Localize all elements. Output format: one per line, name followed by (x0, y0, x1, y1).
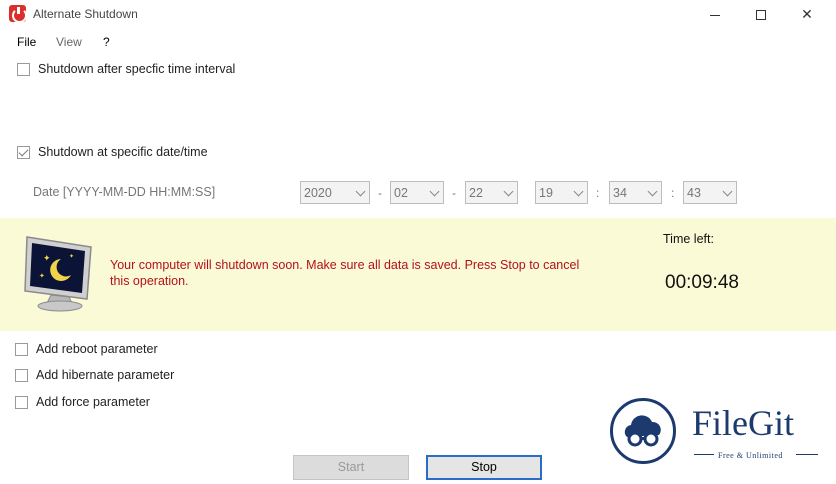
time-left-label: Time left: (663, 232, 714, 246)
svg-text:✦: ✦ (43, 254, 51, 264)
watermark-title: FileGit (692, 403, 795, 443)
chevron-down-icon (355, 186, 366, 197)
window-title: Alternate Shutdown (33, 7, 138, 21)
hour-select[interactable]: 19 (535, 181, 588, 204)
divider (694, 454, 714, 455)
close-button[interactable]: ✕ (784, 0, 830, 28)
svg-text:✦: ✦ (69, 253, 74, 260)
menu-bar: File View ? (0, 31, 836, 53)
menu-help[interactable]: ? (103, 35, 110, 49)
interval-option[interactable]: Shutdown after specfic time interval (17, 61, 235, 77)
power-icon (9, 5, 27, 23)
monitor-moon-icon: ✦ ✦ ✦ ✦ (24, 236, 92, 312)
menu-view[interactable]: View (56, 35, 82, 49)
warning-panel: ✦ ✦ ✦ ✦ Your computer will shutdown soon… (0, 218, 836, 331)
interval-label: Shutdown after specfic time interval (38, 62, 236, 76)
specific-time-label: Shutdown at specific date/time (38, 145, 208, 159)
divider (796, 454, 818, 455)
maximize-icon (756, 10, 766, 21)
start-button[interactable]: Start (293, 455, 409, 480)
minimize-button[interactable] (692, 0, 738, 28)
warning-message: Your computer will shutdown soon. Make s… (110, 258, 580, 288)
hibernate-option[interactable]: Add hibernate parameter (15, 367, 174, 383)
chevron-down-icon (722, 186, 733, 197)
year-select[interactable]: 2020 (300, 181, 370, 204)
chevron-down-icon (503, 186, 514, 197)
time-left-value: 00:09:48 (665, 272, 739, 293)
time-separator: : (671, 186, 675, 200)
force-label: Add force parameter (36, 395, 150, 409)
chevron-down-icon (573, 186, 584, 197)
second-select[interactable]: 43 (683, 181, 737, 204)
specific-time-option[interactable]: Shutdown at specific date/time (17, 144, 208, 160)
cloud-glasses-logo (610, 398, 676, 464)
reboot-label: Add reboot parameter (36, 342, 158, 356)
date-label: Date [YYYY-MM-DD HH:MM:SS] (33, 185, 216, 199)
watermark-subtitle: Free & Unlimited (718, 451, 783, 460)
reboot-checkbox[interactable] (15, 342, 28, 356)
day-select[interactable]: 22 (465, 181, 518, 204)
maximize-button[interactable] (738, 0, 784, 28)
minimize-icon (710, 14, 720, 16)
force-checkbox[interactable] (15, 395, 28, 409)
hibernate-checkbox[interactable] (15, 368, 28, 382)
month-select[interactable]: 02 (390, 181, 444, 204)
stop-button[interactable]: Stop (426, 455, 542, 480)
date-separator: - (378, 186, 382, 200)
date-separator: - (452, 186, 456, 200)
svg-text:✦: ✦ (50, 266, 55, 273)
chevron-down-icon (429, 186, 440, 197)
title-bar: Alternate Shutdown ✕ (0, 0, 836, 28)
specific-time-checkbox[interactable] (17, 145, 30, 159)
reboot-option[interactable]: Add reboot parameter (15, 341, 158, 357)
interval-checkbox[interactable] (17, 62, 30, 76)
force-option[interactable]: Add force parameter (15, 394, 150, 410)
minute-select[interactable]: 34 (609, 181, 662, 204)
hibernate-label: Add hibernate parameter (36, 368, 175, 382)
filegit-watermark: FileGit Free & Unlimited (602, 389, 830, 473)
svg-text:✦: ✦ (39, 272, 45, 280)
close-icon: ✕ (801, 6, 813, 22)
menu-file[interactable]: File (17, 35, 36, 49)
chevron-down-icon (647, 186, 658, 197)
time-separator: : (596, 186, 600, 200)
